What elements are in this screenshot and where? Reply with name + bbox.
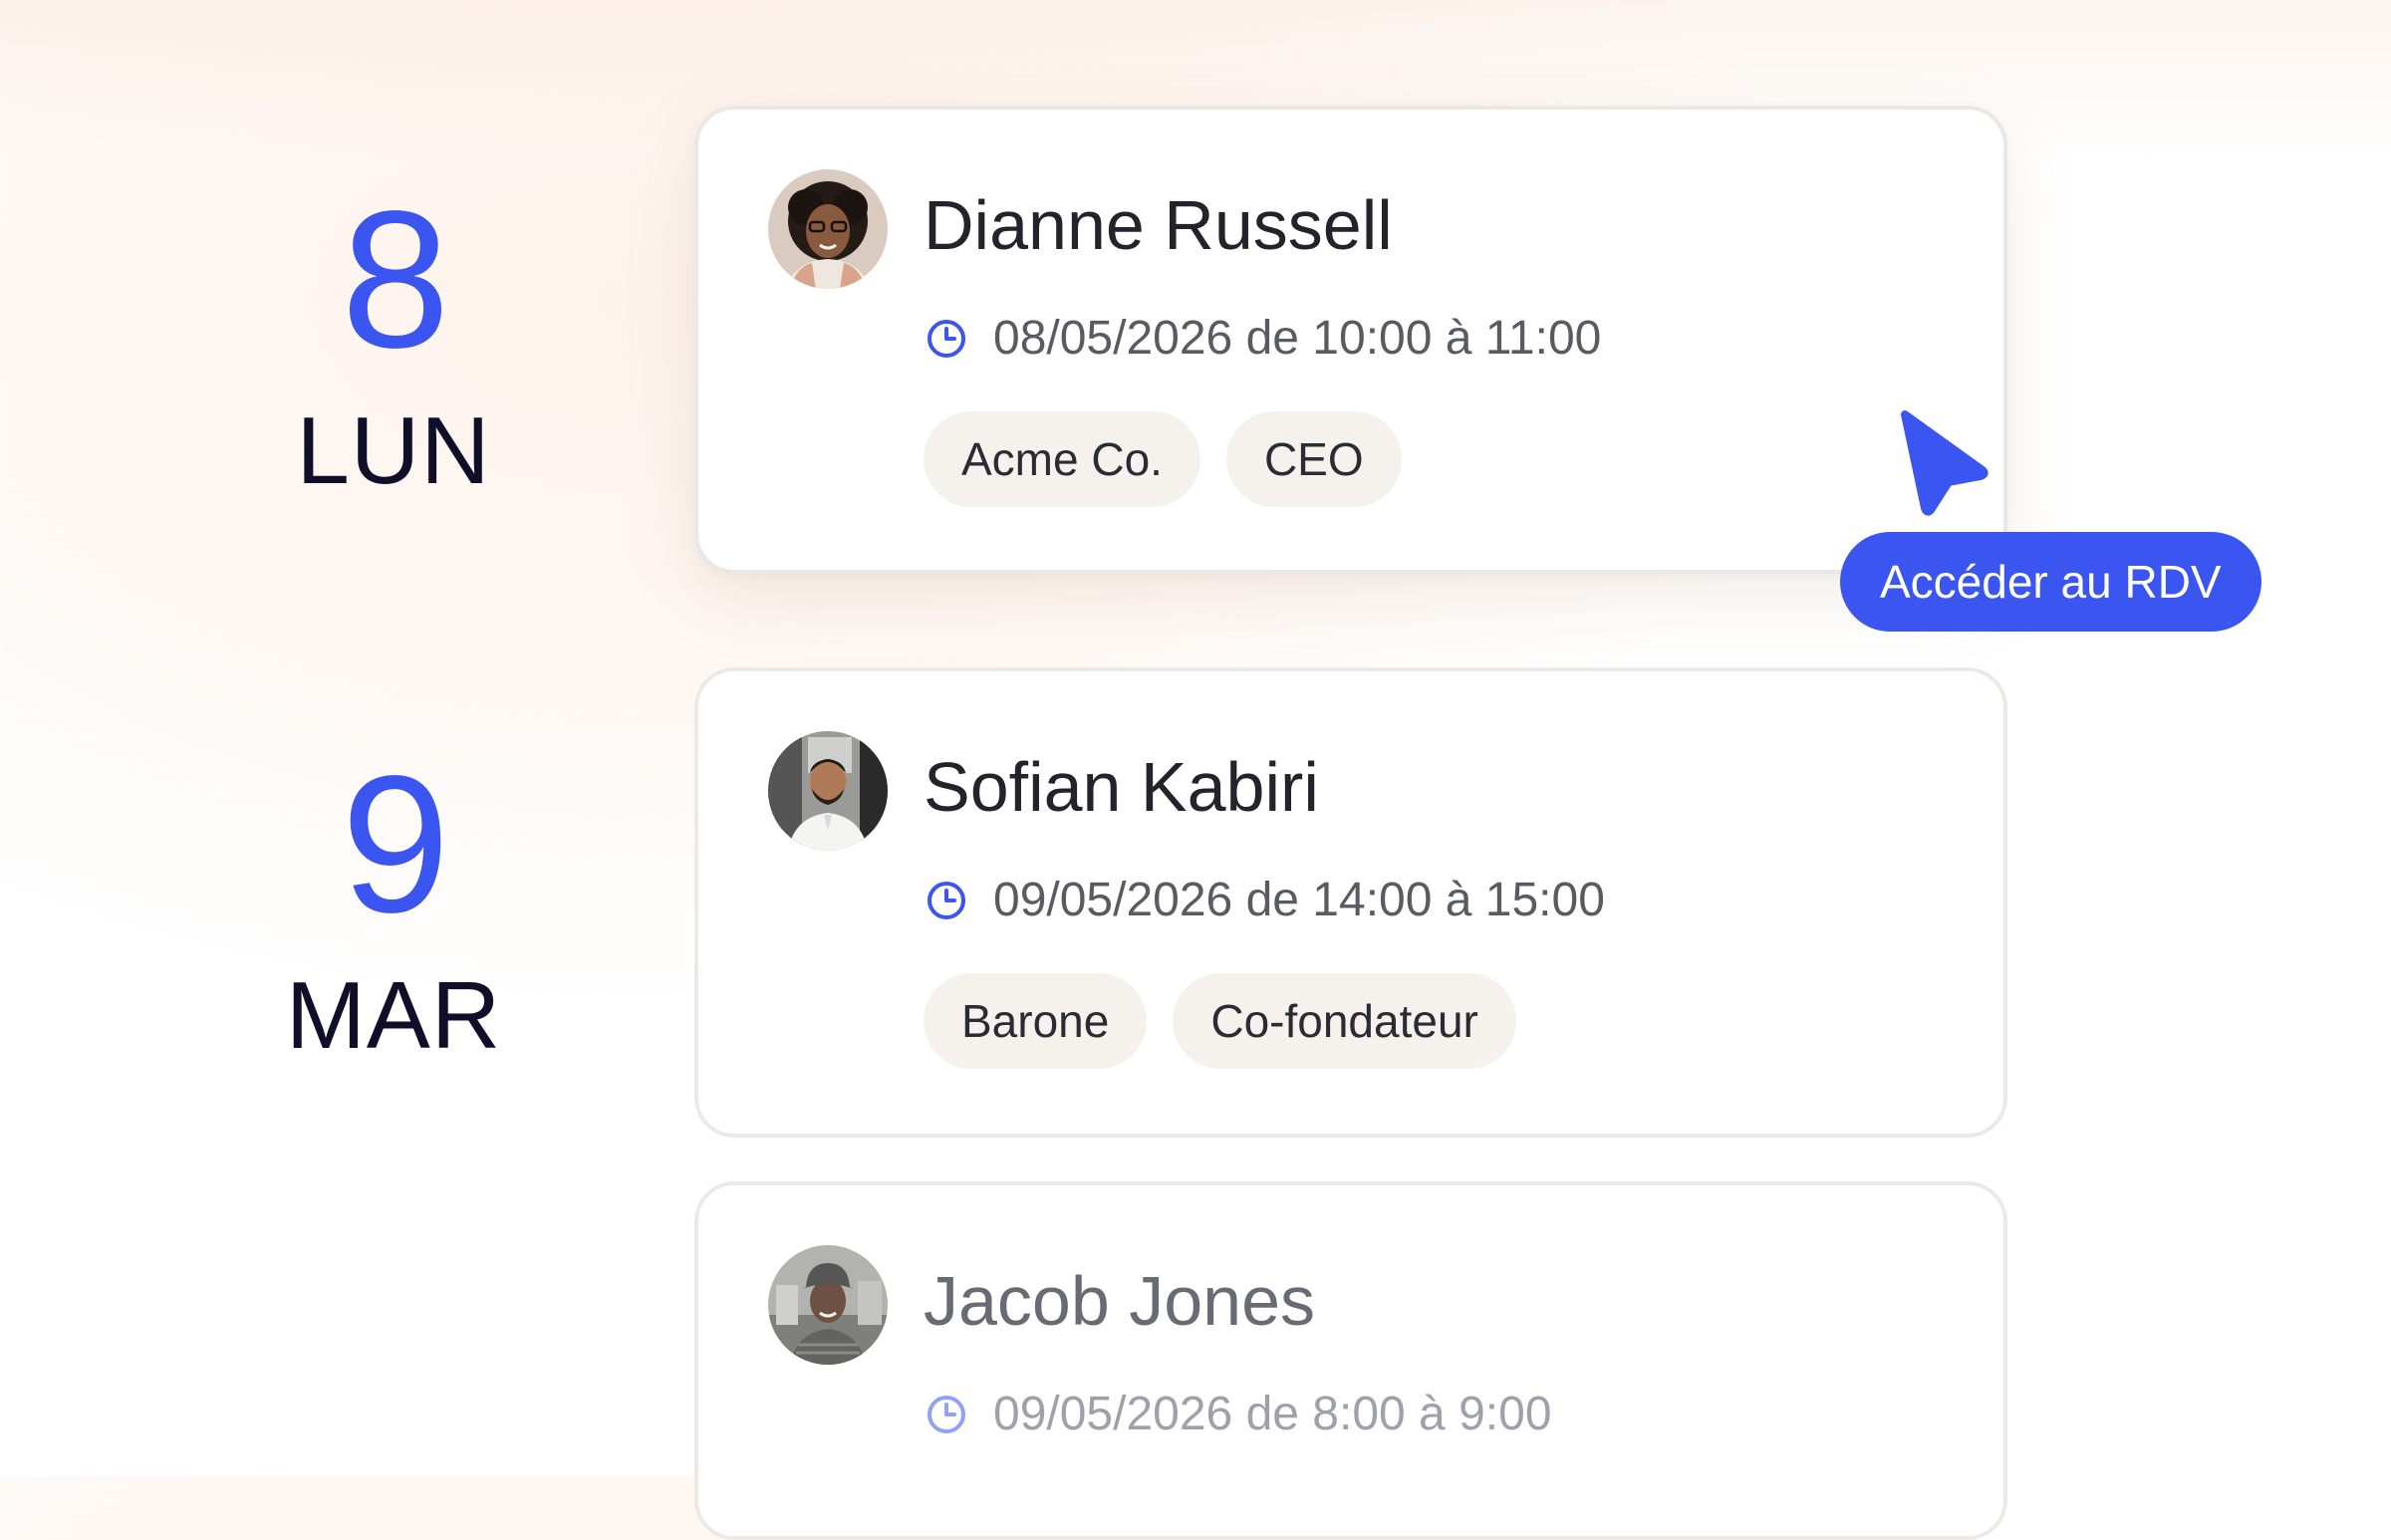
day-header: 9 MAR: [239, 747, 548, 1064]
appointment-time-text: 09/05/2026 de 8:00 à 9:00: [993, 1388, 1552, 1440]
role-tag: CEO: [1225, 411, 1402, 507]
attendee-name: Sofian Kabiri: [924, 748, 1319, 826]
day-number: 8: [341, 170, 449, 388]
appointment-card[interactable]: Sofian Kabiri 09/05/2026 de 14:00 à 15:0…: [694, 667, 2007, 1138]
appointment-time: 09/05/2026 de 14:00 à 15:00: [926, 877, 1605, 924]
appointment-time-text: 08/05/2026 de 10:00 à 11:00: [993, 312, 1602, 365]
clock-icon: [926, 1394, 967, 1435]
clock-icon: [926, 318, 967, 360]
company-tag: Barone: [924, 973, 1148, 1069]
appointment-card[interactable]: Jacob Jones 09/05/2026 de 8:00 à 9:00: [694, 1181, 2007, 1540]
tag-list: Barone Co-fondateur: [924, 973, 1516, 1069]
avatar: [768, 169, 888, 289]
clock-icon: [926, 880, 967, 921]
attendee-name: Jacob Jones: [924, 1262, 1316, 1340]
day-number: 9: [341, 735, 449, 953]
role-tag: Co-fondateur: [1173, 973, 1516, 1069]
day-header: 8 LUN: [239, 182, 548, 499]
appointment-time: 08/05/2026 de 10:00 à 11:00: [926, 315, 1601, 363]
attendee-name: Dianne Russell: [924, 186, 1393, 264]
appointment-card[interactable]: Dianne Russell 08/05/2026 de 10:00 à 11:…: [694, 106, 2007, 574]
day-weekday: MAR: [285, 962, 502, 1069]
company-tag: Acme Co.: [924, 411, 1200, 507]
cursor-icon: [1891, 404, 1994, 518]
tag-list: Acme Co. CEO: [924, 411, 1402, 507]
appointment-time: 09/05/2026 de 8:00 à 9:00: [926, 1391, 1552, 1438]
day-weekday: LUN: [296, 397, 491, 504]
open-appointment-button[interactable]: Accéder au RDV: [1840, 532, 2261, 632]
avatar: [768, 731, 888, 851]
appointment-time-text: 09/05/2026 de 14:00 à 15:00: [993, 874, 1605, 926]
avatar: [768, 1245, 888, 1365]
